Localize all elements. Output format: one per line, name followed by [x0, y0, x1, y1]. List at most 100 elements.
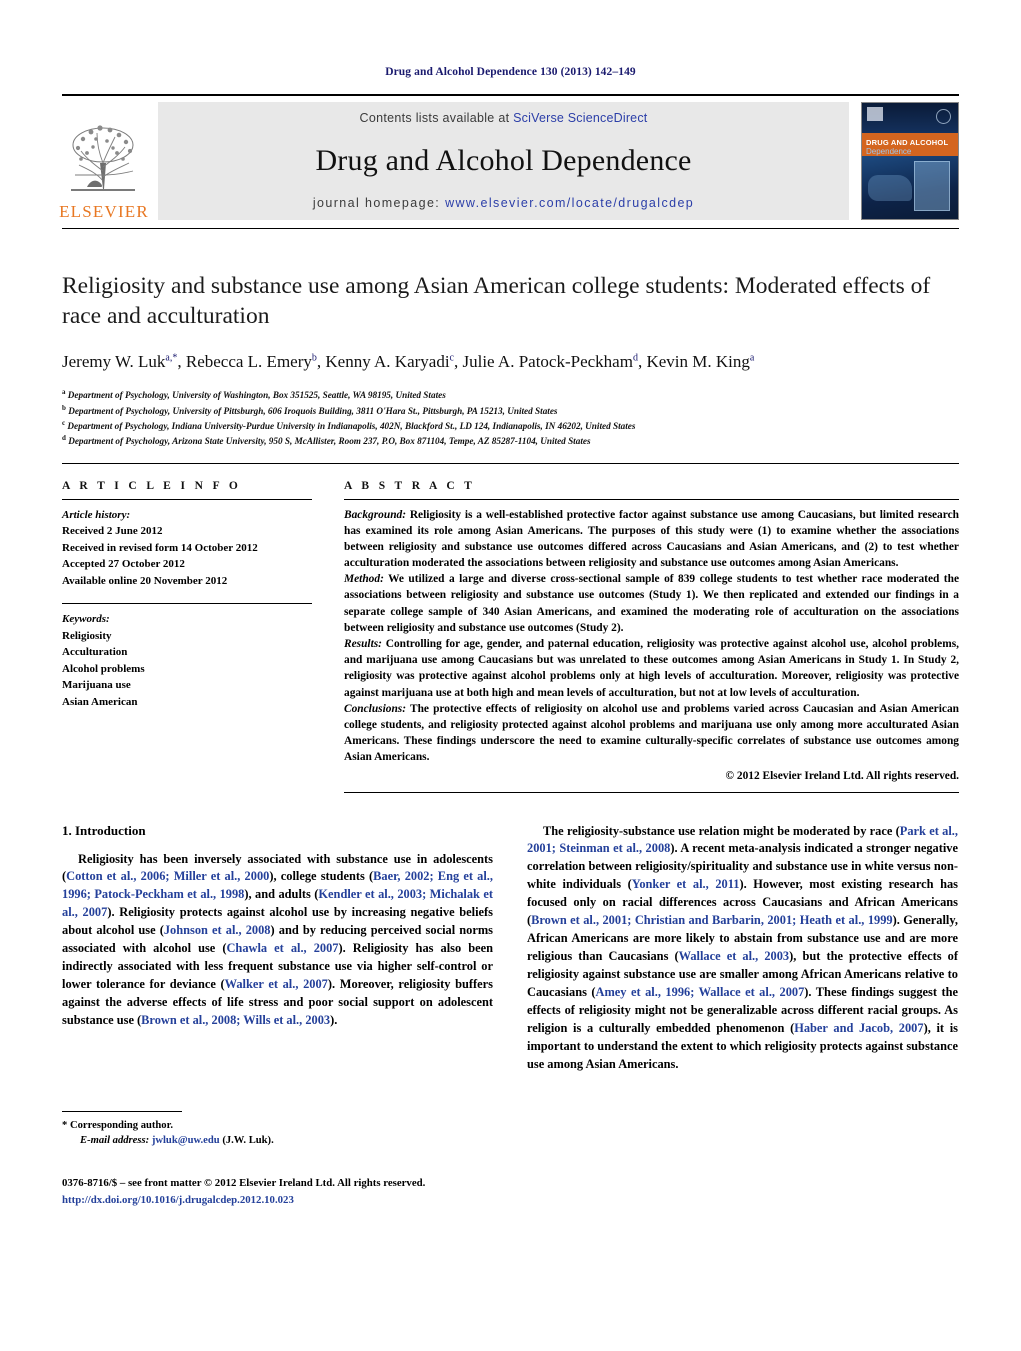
affiliation-marker: c — [62, 418, 66, 427]
keyword-item: Alcohol problems — [62, 662, 145, 675]
body-text-run: ). — [330, 1013, 338, 1028]
history-item: Received in revised form 14 October 2012 — [62, 541, 258, 554]
corresponding-author-note: * Corresponding author. — [62, 1118, 493, 1134]
affiliation-marker: a — [62, 388, 66, 397]
journal-masthead: ELSEVIER Contents lists available at Sci… — [59, 94, 959, 221]
abstract-results-text: Controlling for age, gender, and paterna… — [344, 638, 959, 699]
abstract-rule-top — [344, 498, 959, 500]
cover-circle-icon — [936, 109, 951, 124]
abstract-method-text: We utilized a large and diverse cross-se… — [344, 573, 959, 634]
citation-link[interactable]: Wallace et al., 2003 — [679, 949, 790, 963]
keyword-item: Marijuana use — [62, 679, 131, 691]
sciencedirect-link[interactable]: SciVerse ScienceDirect — [513, 111, 647, 125]
affiliation-text: Department of Psychology, University of … — [68, 405, 558, 416]
abstract-background-text: Religiosity is a well-established protec… — [344, 508, 959, 570]
abstract-results: Results: Controlling for age, gender, an… — [344, 636, 959, 701]
body-text-run: ), college students ( — [269, 869, 374, 884]
article-history-label: Article history: — [62, 508, 131, 521]
abstract-conclusions: Conclusions: The protective effects of r… — [344, 701, 959, 766]
doi-link[interactable]: http://dx.doi.org/10.1016/j.drugalcdep.2… — [62, 1192, 493, 1209]
cover-title-line1: DRUG AND ALCOHOL — [866, 137, 949, 147]
corresponding-marker: * — [62, 1119, 68, 1131]
elsevier-logo: ELSEVIER — [59, 102, 149, 221]
citation-link[interactable]: Amey et al., 1996; Wallace et al., 2007 — [596, 985, 805, 999]
email-link[interactable]: jwluk@uw.edu — [152, 1135, 220, 1146]
abstract-conclusions-label: Conclusions: — [344, 702, 407, 715]
cover-glass-shape — [914, 161, 950, 211]
abstract-background-label: Background: — [344, 508, 407, 521]
elsevier-wordmark: ELSEVIER — [59, 202, 149, 221]
abstract-method-label: Method: — [344, 573, 384, 586]
citation-link[interactable]: Cotton et al., 2006; Miller et al., 2000 — [66, 869, 269, 883]
elsevier-tree-icon — [71, 125, 135, 191]
affiliation-list: a Department of Psychology, University o… — [62, 387, 959, 448]
info-rule-mid — [62, 603, 312, 604]
citation-link[interactable]: Walker et al., 2007 — [225, 977, 328, 991]
body-column-left: 1. Introduction Religiosity has been inv… — [62, 823, 493, 1206]
abstract-conclusions-text: The protective effects of religiosity on… — [344, 702, 959, 764]
contents-prefix: Contents lists available at — [359, 111, 514, 125]
abstract-rule-bottom — [344, 791, 959, 793]
affiliation-item: b Department of Psychology, University o… — [62, 403, 959, 418]
journal-homepage-line: journal homepage: www.elsevier.com/locat… — [313, 196, 694, 210]
affiliation-text: Department of Psychology, Indiana Univer… — [67, 420, 636, 431]
affiliation-item: d Department of Psychology, Arizona Stat… — [62, 433, 959, 448]
article-page: Drug and Alcohol Dependence 130 (2013) 1… — [0, 0, 1021, 1351]
keywords-label: Keywords: — [62, 613, 110, 625]
citation-link[interactable]: Chawla et al., 2007 — [226, 941, 338, 955]
email-label: E-mail address: — [80, 1135, 150, 1147]
cover-title-line2: Dependence — [866, 146, 912, 156]
journal-title: Drug and Alcohol Dependence — [315, 143, 692, 177]
contents-available-line: Contents lists available at SciVerse Sci… — [360, 111, 648, 125]
abstract-body: Background: Religiosity is a well-establ… — [344, 507, 959, 782]
issn-copyright-line: 0376-8716/$ – see front matter © 2012 El… — [62, 1177, 426, 1190]
affiliation-item: a Department of Psychology, University o… — [62, 387, 959, 402]
abstract-copyright: © 2012 Elsevier Ireland Ltd. All rights … — [725, 769, 959, 782]
abstract-column: A B S T R A C T Background: Religiosity … — [344, 480, 959, 793]
footer-block: 0376-8716/$ – see front matter © 2012 El… — [62, 1175, 493, 1208]
article-info-heading: A R T I C L E I N F O — [62, 479, 242, 492]
email-note: E-mail address: jwluk@uw.edu (J.W. Luk). — [62, 1133, 493, 1149]
body-columns: 1. Introduction Religiosity has been inv… — [62, 823, 959, 1206]
footnote-block: * Corresponding author. E-mail address: … — [62, 1110, 493, 1209]
keyword-item: Religiosity — [62, 629, 112, 642]
affiliation-text: Department of Psychology, Arizona State … — [68, 436, 591, 447]
journal-banner: Contents lists available at SciVerse Sci… — [158, 102, 849, 220]
citation-link[interactable]: Brown et al., 2001; Christian and Barbar… — [531, 913, 892, 927]
affiliation-marker: d — [62, 434, 66, 443]
intro-paragraph-left: Religiosity has been inversely associate… — [62, 851, 493, 1031]
abstract-background: Background: Religiosity is a well-establ… — [344, 507, 959, 572]
info-abstract-section: A R T I C L E I N F O Article history: R… — [62, 462, 959, 793]
citation-link[interactable]: Brown et al., 2008; Wills et al., 2003 — [141, 1013, 330, 1027]
body-text-run: The religiosity-substance use relation m… — [543, 823, 900, 838]
history-item: Accepted 27 October 2012 — [62, 558, 185, 570]
abstract-method: Method: We utilized a large and diverse … — [344, 571, 959, 636]
footnote-rule — [62, 1110, 182, 1112]
history-item: Available online 20 November 2012 — [62, 574, 228, 587]
masthead-bottom-rule — [62, 228, 959, 229]
running-head: Drug and Alcohol Dependence 130 (2013) 1… — [385, 66, 636, 78]
info-rule-top — [62, 498, 312, 500]
history-item: Received 2 June 2012 — [62, 525, 163, 537]
email-suffix: (J.W. Luk). — [219, 1135, 274, 1147]
corresponding-label: Corresponding author. — [69, 1119, 173, 1131]
citation-link[interactable]: Johnson et al., 2008 — [164, 923, 271, 937]
affiliation-text: Department of Psychology, University of … — [67, 390, 446, 401]
body-column-right: The religiosity-substance use relation m… — [527, 823, 958, 1075]
journal-homepage-link[interactable]: www.elsevier.com/locate/drugalcdep — [445, 196, 694, 210]
abstract-heading: A B S T R A C T — [344, 479, 476, 492]
citation-link[interactable]: Haber and Jacob, 2007 — [794, 1021, 923, 1035]
body-text-run: ), and adults ( — [244, 887, 319, 902]
abstract-results-label: Results: — [344, 638, 382, 650]
citation-link[interactable]: Yonker et al., 2011 — [632, 877, 740, 891]
affiliation-marker: b — [62, 403, 66, 412]
journal-cover-thumbnail: DRUG AND ALCOHOL Dependence — [861, 102, 959, 220]
article-info-column: A R T I C L E I N F O Article history: R… — [62, 480, 312, 793]
author-list: Jeremy W. Luka,*, Rebecca L. Emeryb, Ken… — [62, 352, 755, 372]
affiliation-item: c Department of Psychology, Indiana Univ… — [62, 418, 959, 433]
keyword-item: Acculturation — [62, 646, 128, 658]
intro-paragraph-right: The religiosity-substance use relation m… — [527, 823, 958, 1075]
homepage-prefix: journal homepage: — [312, 196, 446, 210]
cover-hand-shape — [868, 175, 912, 201]
keyword-item: Asian American — [62, 695, 138, 708]
